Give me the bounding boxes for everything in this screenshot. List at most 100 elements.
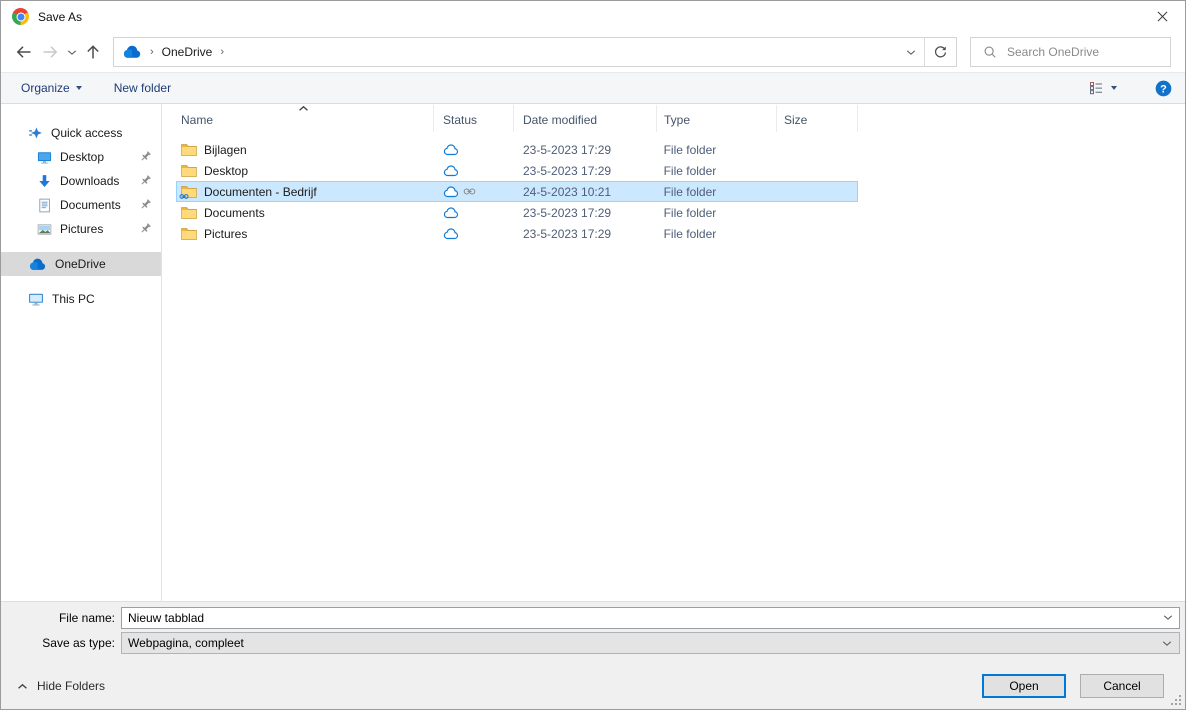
refresh-icon: [933, 45, 948, 60]
sidebar-item-documents[interactable]: Documents: [1, 193, 161, 217]
address-bar[interactable]: › OneDrive ›: [113, 37, 957, 67]
status-cell: [434, 207, 514, 219]
date-modified-cell: 23-5-2023 17:29: [514, 206, 657, 220]
cancel-button[interactable]: Cancel: [1080, 674, 1164, 698]
file-name: Bijlagen: [204, 143, 247, 157]
navigation-pane: Quick access Desktop Downloads Documents…: [1, 104, 162, 601]
file-rows: Bijlagen 23-5-2023 17:29 File folder Des…: [176, 139, 1185, 244]
change-view-button[interactable]: [1088, 80, 1117, 96]
file-row-documenten-bedrijf[interactable]: Documenten - Bedrijf 24-5-2023 10:21 Fil…: [176, 181, 858, 202]
sidebar-item-label: Downloads: [60, 174, 119, 188]
dialog-content: Quick access Desktop Downloads Documents…: [1, 104, 1185, 601]
sidebar-item-pictures[interactable]: Pictures: [1, 217, 161, 241]
file-row-documents[interactable]: Documents 23-5-2023 17:29 File folder: [176, 202, 858, 223]
pin-icon[interactable]: [139, 222, 152, 235]
up-button[interactable]: [80, 39, 106, 65]
sidebar-item-label: Quick access: [51, 126, 122, 140]
file-name: Documenten - Bedrijf: [204, 185, 317, 199]
date-modified-cell: 23-5-2023 17:29: [514, 143, 657, 157]
search-icon: [983, 45, 997, 59]
name-cell: Documenten - Bedrijf: [177, 185, 434, 199]
new-folder-button[interactable]: New folder: [108, 73, 177, 103]
details-view-icon: [1088, 80, 1104, 96]
file-name: Desktop: [204, 164, 248, 178]
recent-locations-button[interactable]: [63, 39, 80, 65]
file-name: Documents: [204, 206, 265, 220]
caret-down-icon: [76, 86, 82, 90]
folder-icon: [181, 227, 197, 240]
address-dropdown-button[interactable]: [898, 38, 924, 66]
save-as-dialog: Save As › OneDrive › Organize: [0, 0, 1186, 710]
date-modified-cell: 24-5-2023 10:21: [514, 185, 657, 199]
column-header-size[interactable]: Size: [777, 105, 858, 132]
status-cell: [434, 144, 514, 156]
onedrive-cloud-icon: [122, 45, 142, 59]
breadcrumb: › OneDrive ›: [114, 38, 898, 66]
name-cell: Documents: [177, 206, 434, 220]
sidebar-item-desktop[interactable]: Desktop: [1, 145, 161, 169]
back-button[interactable]: [11, 39, 37, 65]
file-row-pictures[interactable]: Pictures 23-5-2023 17:29 File folder: [176, 223, 858, 244]
this-pc-icon: [28, 291, 44, 307]
status-cell: [434, 165, 514, 177]
file-name-input[interactable]: [121, 607, 1180, 629]
chevron-down-icon[interactable]: [1163, 614, 1173, 621]
documents-icon: [37, 198, 52, 213]
type-cell: File folder: [657, 185, 777, 199]
open-button[interactable]: Open: [982, 674, 1066, 698]
save-as-type-value: Webpagina, compleet: [128, 636, 244, 650]
cancel-button-label: Cancel: [1103, 679, 1140, 693]
sidebar-item-this-pc[interactable]: This PC: [1, 287, 161, 311]
link-badge-icon: [179, 193, 189, 200]
type-cell: File folder: [657, 206, 777, 220]
pin-icon[interactable]: [139, 150, 152, 163]
date-modified-cell: 23-5-2023 17:29: [514, 164, 657, 178]
folder-icon: [181, 143, 197, 156]
sidebar-item-onedrive[interactable]: OneDrive: [1, 252, 161, 276]
save-as-type-select[interactable]: Webpagina, compleet: [121, 632, 1180, 654]
pictures-icon: [37, 222, 52, 237]
organize-button[interactable]: Organize: [15, 73, 88, 103]
desktop-icon: [37, 150, 52, 165]
hide-folders-button[interactable]: Hide Folders: [17, 679, 105, 693]
cloud-status-icon: [443, 186, 459, 198]
title-bar: Save As: [1, 1, 1185, 32]
cloud-status-icon: [443, 144, 459, 156]
sidebar-item-label: OneDrive: [55, 257, 106, 271]
breadcrumb-item-onedrive[interactable]: OneDrive: [162, 45, 213, 59]
name-cell: Desktop: [177, 164, 434, 178]
hide-folders-label: Hide Folders: [37, 679, 105, 693]
column-header-type[interactable]: Type: [657, 105, 777, 132]
file-row-desktop[interactable]: Desktop 23-5-2023 17:29 File folder: [176, 160, 858, 181]
refresh-button[interactable]: [924, 38, 956, 66]
back-arrow-icon: [15, 43, 33, 61]
quick-access-icon: [28, 126, 43, 141]
close-button[interactable]: [1139, 1, 1185, 31]
search-input[interactable]: [1007, 45, 1170, 59]
search-box[interactable]: [970, 37, 1171, 67]
new-folder-label: New folder: [114, 81, 171, 95]
file-name-label: File name:: [1, 611, 121, 625]
status-cell: [434, 186, 514, 198]
column-header-date-modified[interactable]: Date modified: [514, 105, 657, 132]
command-toolbar: Organize New folder: [1, 72, 1185, 104]
breadcrumb-separator[interactable]: ›: [212, 46, 232, 58]
sidebar-item-label: Pictures: [60, 222, 103, 236]
help-button[interactable]: [1155, 80, 1172, 97]
resize-grip[interactable]: [1170, 694, 1182, 706]
file-row-bijlagen[interactable]: Bijlagen 23-5-2023 17:29 File folder: [176, 139, 858, 160]
pin-icon[interactable]: [139, 198, 152, 211]
open-button-label: Open: [1009, 679, 1038, 693]
chevron-up-icon: [17, 683, 28, 690]
sidebar-item-downloads[interactable]: Downloads: [1, 169, 161, 193]
forward-button[interactable]: [37, 39, 63, 65]
chrome-icon: [12, 8, 29, 25]
shared-link-icon: [463, 187, 476, 196]
forward-arrow-icon: [41, 43, 59, 61]
caret-down-icon: [1111, 86, 1117, 90]
organize-label: Organize: [21, 81, 70, 95]
pin-icon[interactable]: [139, 174, 152, 187]
sidebar-item-quick-access[interactable]: Quick access: [1, 121, 161, 145]
column-header-status[interactable]: Status: [434, 105, 514, 132]
type-cell: File folder: [657, 143, 777, 157]
